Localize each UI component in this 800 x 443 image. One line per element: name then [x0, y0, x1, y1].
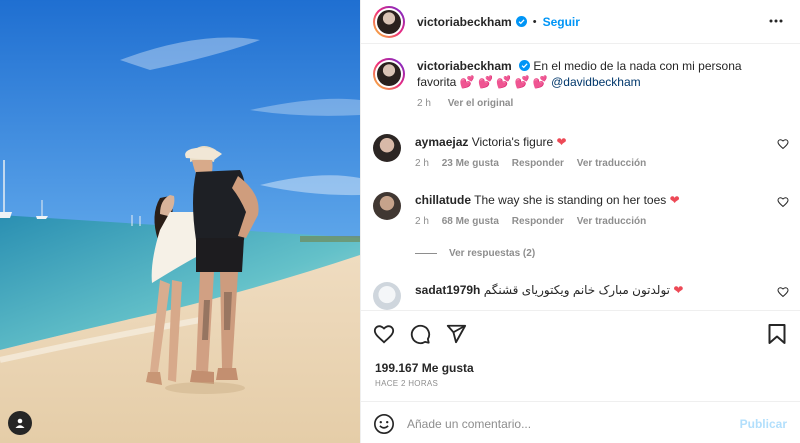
post-header: victoriabeckham • Seguir [361, 0, 800, 44]
action-icons [373, 323, 467, 345]
caption-emojis: 💕 💕 💕 💕 💕 [459, 75, 548, 89]
instagram-post: victoriabeckham • Seguir victoriabeckham [0, 0, 800, 443]
comment-time: 2 h [415, 158, 429, 169]
comment-likes[interactable]: 68 Me gusta [442, 216, 499, 227]
reply-button[interactable]: Responder [512, 216, 564, 227]
comment-username[interactable]: sadat1979h [415, 283, 480, 297]
see-original-link[interactable]: Ver el original [448, 98, 514, 109]
comment-username[interactable]: aymaejaz [415, 135, 468, 149]
follow-button[interactable]: Seguir [543, 15, 580, 29]
translate-link[interactable]: Ver traducción [577, 158, 646, 169]
comment-input[interactable] [407, 416, 707, 431]
post-action-bar: 199.167 Me gusta HACE 2 HORAS Publicar [361, 310, 800, 443]
user-tag-icon[interactable] [8, 411, 32, 435]
commenter-avatar[interactable] [373, 282, 401, 310]
likes-count[interactable]: 199.167 Me gusta [375, 361, 474, 375]
view-replies-label: Ver respuestas (2) [449, 248, 536, 259]
comment-heart-icon[interactable] [777, 286, 789, 298]
view-replies-link[interactable]: Ver respuestas (2) [415, 248, 535, 259]
share-icon[interactable] [445, 323, 467, 345]
author-username[interactable]: victoriabeckham [417, 15, 512, 29]
beach-photo-image [0, 0, 360, 443]
comment-item: aymaejaz Victoria's figure ❤ 2 h 23 Me g… [373, 134, 789, 172]
comment-heart-icon[interactable] [777, 138, 789, 150]
comment-text: Victoria's figure [471, 135, 554, 149]
post-photo[interactable] [0, 0, 360, 443]
caption-mention[interactable]: @davidbeckham [551, 75, 641, 89]
commenter-avatar[interactable] [373, 134, 401, 162]
comment-text: The way she is standing on her toes [474, 193, 667, 207]
reply-button[interactable]: Responder [512, 158, 564, 169]
more-options-icon[interactable] [769, 14, 783, 28]
caption-username[interactable]: victoriabeckham [417, 59, 512, 73]
comment-emoji: ❤ [673, 283, 684, 297]
comment-likes[interactable]: 23 Me gusta [442, 158, 499, 169]
comment-heart-icon[interactable] [777, 196, 789, 208]
verified-badge-icon [519, 60, 531, 71]
comment-icon[interactable] [409, 323, 431, 345]
replies-divider [415, 253, 437, 254]
commenter-avatar[interactable] [373, 192, 401, 220]
caption-meta: 2 h Ver el original [417, 96, 777, 112]
bookmark-icon [768, 324, 786, 344]
comment-text: تولدتون مبارک خانم ویکتوریای قشنگم [483, 283, 670, 297]
comment-item: chillatude The way she is standing on he… [373, 192, 789, 230]
verified-badge-icon [515, 16, 527, 27]
comment-emoji: ❤ [556, 135, 567, 149]
comment-emoji: ❤ [669, 193, 680, 207]
comment-time: 2 h [415, 216, 429, 227]
emoji-icon[interactable] [373, 413, 395, 435]
add-comment-bar: Publicar [361, 401, 800, 443]
comment-username[interactable]: chillatude [415, 193, 471, 207]
user-tag-glyph [15, 418, 25, 428]
comment-item: sadat1979h تولدتون مبارک خانم ویکتوریای … [373, 282, 789, 310]
heart-icon[interactable] [373, 323, 395, 345]
caption-time: 2 h [417, 98, 431, 109]
translate-link[interactable]: Ver traducción [577, 216, 646, 227]
author-avatar[interactable] [373, 5, 405, 38]
post-caption: victoriabeckham En el medio de la nada c… [373, 58, 789, 112]
header-separator: • [532, 15, 537, 28]
post-timestamp: HACE 2 HORAS [375, 379, 439, 388]
post-side-panel: victoriabeckham • Seguir victoriabeckham [360, 0, 800, 443]
publish-button[interactable]: Publicar [740, 417, 787, 431]
caption-avatar[interactable] [373, 58, 405, 90]
save-button[interactable] [767, 323, 787, 345]
